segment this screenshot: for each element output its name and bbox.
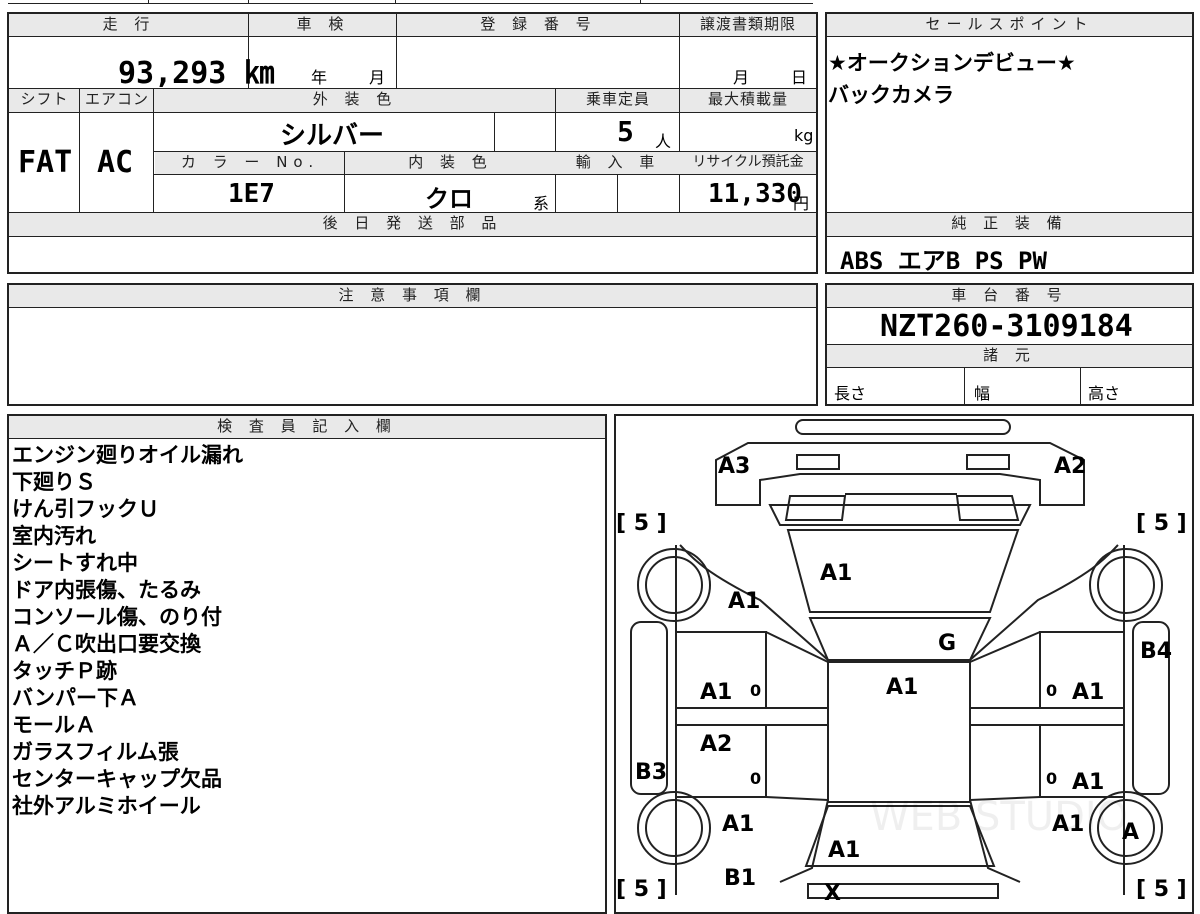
mark-a1-hood: A1	[820, 561, 852, 586]
mark-a2-left-rear-door: A2	[700, 732, 732, 757]
mark-zero-3: 0	[750, 769, 761, 788]
mark-g: G	[938, 631, 956, 656]
mark-zero-1: 0	[750, 681, 761, 700]
tread-label-rl: [ 5 ]	[616, 877, 667, 900]
mark-a1-left-rear: A1	[722, 812, 754, 837]
mark-a1-roof: A1	[886, 675, 918, 700]
mark-a1-trunk: A1	[828, 838, 860, 863]
mark-a3: A3	[718, 454, 750, 479]
mark-zero-2: 0	[1046, 681, 1057, 700]
tread-label-fl: [ 5 ]	[616, 511, 667, 536]
tread-label-fr: [ 5 ]	[1136, 511, 1187, 536]
mark-a1-right-front-door: A1	[1072, 680, 1104, 705]
mark-b1: B1	[724, 866, 756, 891]
tread-label-rr: [ 5 ]	[1136, 877, 1187, 900]
mark-a2-front-right: A2	[1054, 454, 1086, 479]
mark-a1-left-fender: A1	[728, 589, 760, 614]
watermark: WEB STUDIO	[870, 794, 1128, 840]
mark-a1-left-front-door: A1	[700, 680, 732, 705]
mark-a1-right-rear-door: A1	[1072, 770, 1104, 795]
mark-x: X	[824, 881, 841, 900]
mark-b3: B3	[635, 760, 667, 785]
mark-zero-4: 0	[1046, 769, 1057, 788]
car-diagram: [ 5 ] [ 5 ] [ 5 ] [ 5 ] A3 A2 A1 A1 G B4…	[616, 419, 1187, 900]
mark-b4: B4	[1140, 639, 1172, 664]
